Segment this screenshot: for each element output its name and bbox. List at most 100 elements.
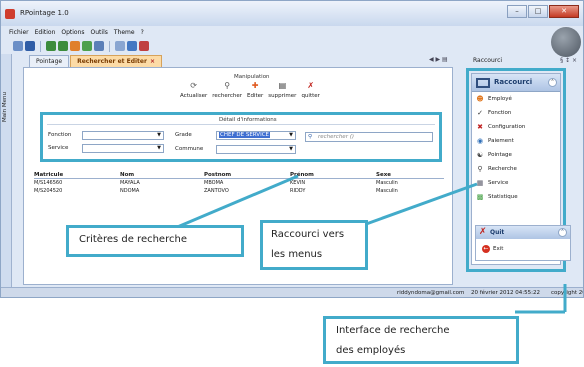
- refresh-icon: ⟳: [190, 81, 197, 90]
- tab-rechercher-editer[interactable]: Rechercher et Editer ×: [70, 55, 162, 67]
- fonction-select[interactable]: ▼: [82, 131, 164, 140]
- search-icon: ⚲: [308, 134, 313, 140]
- menu-edition[interactable]: Edition: [35, 29, 56, 36]
- grade-label: Grade: [175, 132, 192, 138]
- collapse-icon[interactable]: ⌃: [558, 228, 567, 237]
- service-label: Service: [48, 145, 69, 151]
- search-icon: ⚲: [477, 165, 483, 173]
- cell-nom: NDOMA: [120, 188, 140, 194]
- criteria-callout: Critères de recherche: [66, 225, 244, 257]
- status-copyright: copyright 201: [551, 290, 583, 296]
- settings-icon[interactable]: [70, 41, 80, 51]
- quit-header: ✗ Quit ⌃: [476, 226, 570, 239]
- tab-close-icon[interactable]: ×: [150, 58, 155, 65]
- raccourci-header: Raccourci § ↕ ×: [463, 55, 581, 66]
- minimize-button[interactable]: –: [507, 5, 527, 18]
- maximize-button[interactable]: □: [528, 5, 548, 18]
- column-header-sexe[interactable]: Sexe: [376, 171, 436, 178]
- tab-navigation[interactable]: ◀ ▶ ▤: [429, 56, 448, 63]
- shortcut-paiement[interactable]: ◉ Paiement: [472, 134, 560, 148]
- shortcut-fonction[interactable]: ✓ Fonction: [472, 106, 560, 120]
- shortcut-pointage[interactable]: ☯ Pointage: [472, 148, 560, 162]
- cell-postnom: ZANTOVO: [204, 188, 229, 194]
- menu-options[interactable]: Options: [61, 29, 84, 36]
- column-header-matricule[interactable]: Matricule: [34, 171, 120, 178]
- cell-postnom: MBOMA: [204, 180, 224, 186]
- cell-matricule: M/S146560: [34, 180, 63, 186]
- raccourci-header-title: Raccourci: [473, 57, 503, 64]
- menu-fichier[interactable]: Fichier: [9, 29, 29, 36]
- undo-icon[interactable]: [46, 41, 56, 51]
- window-icon: [476, 78, 490, 88]
- manipulation-title: Manipulation: [234, 74, 270, 80]
- interface-callout-line1: Interface de recherche: [336, 325, 450, 336]
- tab-pointage[interactable]: Pointage: [29, 55, 70, 67]
- table-row[interactable]: M/S146560 MAYALA MBOMA KEVIN Masculin: [34, 179, 444, 187]
- tools-icon: ✓: [477, 109, 483, 117]
- chevron-down-icon: ▼: [157, 145, 161, 151]
- new-document-icon[interactable]: [13, 41, 23, 51]
- shortcut-callout-line1: Raccourci vers: [271, 229, 345, 240]
- trash-icon: ▤: [278, 81, 287, 90]
- detail-title: Détail d'informations: [219, 117, 277, 123]
- menu-help[interactable]: ?: [141, 29, 144, 36]
- menu-theme[interactable]: Theme: [114, 29, 135, 36]
- menu-bar: Fichier Edition Options Outils Theme ?: [1, 26, 583, 38]
- exit-button[interactable]: ← Exit: [476, 239, 570, 259]
- fonction-label: Fonction: [48, 132, 72, 138]
- quit-title: Quit: [490, 229, 505, 236]
- chevron-down-icon: ▼: [289, 146, 293, 152]
- quitter-button[interactable]: ✗ quitter: [301, 81, 319, 99]
- shortcut-label: Service: [488, 180, 509, 186]
- commune-select[interactable]: ▼: [216, 145, 296, 154]
- tab-label: Rechercher et Editer: [77, 58, 147, 65]
- column-header-nom[interactable]: Nom: [120, 171, 204, 178]
- tools-icon[interactable]: [139, 41, 149, 51]
- exit-icon: ←: [482, 245, 490, 253]
- menu-outils[interactable]: Outils: [91, 29, 108, 36]
- chart-icon[interactable]: [82, 41, 92, 51]
- actualiser-button[interactable]: ⟳ Actualiser: [180, 81, 207, 99]
- shortcut-label: Paiement: [488, 138, 514, 144]
- shortcut-label: Recherche: [488, 166, 517, 172]
- column-header-postnom[interactable]: Postnom: [204, 171, 290, 178]
- editer-button[interactable]: ✚ Editer: [247, 81, 263, 99]
- main-menu-strip[interactable]: Main Menu: [1, 54, 12, 294]
- shortcut-recherche[interactable]: ⚲ Recherche: [472, 162, 560, 176]
- commune-label: Commune: [175, 146, 204, 152]
- building-icon: ▦: [476, 179, 484, 187]
- table-icon[interactable]: [115, 41, 125, 51]
- rechercher-button[interactable]: ⚲ rechercher: [212, 81, 242, 99]
- status-date: 20 février 2012 04:55:22: [471, 290, 540, 296]
- shortcut-employe[interactable]: ☻ Employé: [472, 92, 560, 106]
- action-label: Actualiser: [180, 93, 208, 99]
- collapse-icon[interactable]: ⌃: [548, 78, 557, 87]
- grade-select[interactable]: CHEF DE SERVICE ▼: [216, 131, 296, 140]
- user-icon: ☻: [476, 95, 484, 103]
- save-icon[interactable]: [25, 41, 35, 51]
- panel-controls[interactable]: § ↕ ×: [560, 55, 577, 66]
- shortcut-label: Fonction: [488, 110, 512, 116]
- cell-matricule: M/S204520: [34, 188, 63, 194]
- users-icon[interactable]: [127, 41, 137, 51]
- supprimer-button[interactable]: ▤ supprimer: [268, 81, 296, 99]
- shortcut-service[interactable]: ▦ Service: [472, 176, 560, 190]
- help-icon[interactable]: [94, 41, 104, 51]
- action-label: Editer: [247, 93, 264, 99]
- grade-value: CHEF DE SERVICE: [219, 132, 271, 138]
- toolbar-separator: [109, 40, 110, 52]
- status-email: riddyndoma@gmail.com: [397, 290, 465, 296]
- table-row[interactable]: M/S204520 NDOMA ZANTOVO RIDDY Masculin: [34, 187, 444, 195]
- divider: [47, 124, 435, 125]
- close-button[interactable]: ✕: [549, 5, 579, 18]
- bar-chart-icon: ▩: [476, 193, 484, 201]
- action-label: supprimer: [268, 93, 297, 99]
- column-header-prenom[interactable]: Prénom: [290, 171, 376, 178]
- shortcut-configuration[interactable]: ✖ Configuration: [472, 120, 560, 134]
- shortcut-statistique[interactable]: ▩ Statistique: [472, 190, 560, 204]
- interface-callout-line2: des employés: [336, 345, 406, 356]
- shortcut-label: Pointage: [488, 152, 512, 158]
- redo-icon[interactable]: [58, 41, 68, 51]
- search-input[interactable]: ⚲ rechercher (): [305, 132, 433, 142]
- service-select[interactable]: ▼: [82, 144, 164, 153]
